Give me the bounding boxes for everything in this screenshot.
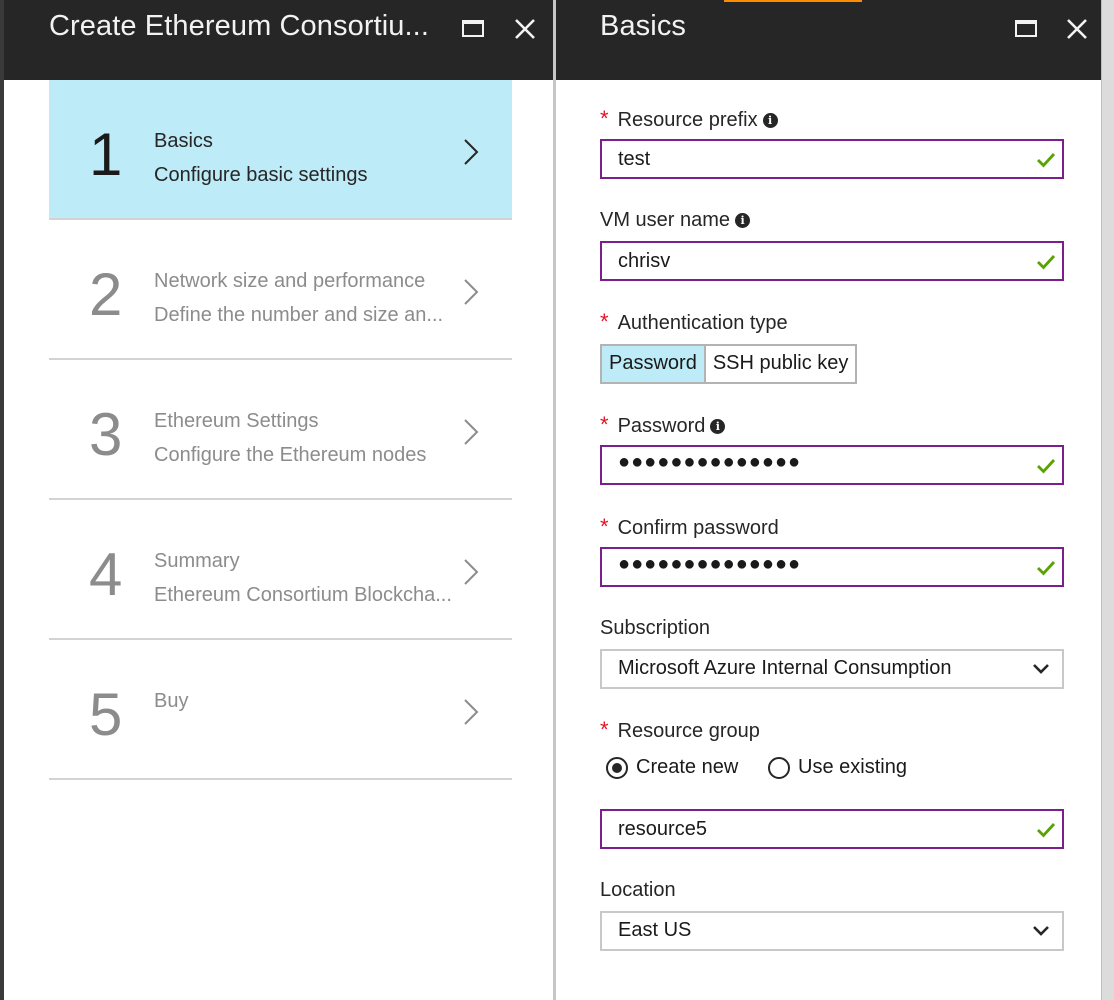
step-buy[interactable]: 5 Buy	[49, 640, 512, 780]
confirm-password-input[interactable]: ●●●●●●●●●●●●●●	[600, 547, 1064, 587]
step-number: 4	[89, 541, 123, 608]
radio-selected-icon	[606, 756, 628, 779]
vm-user-name-label: VM user name i	[600, 209, 751, 232]
required-marker: *	[600, 106, 609, 131]
required-marker: *	[600, 514, 609, 539]
step-ethereum-settings[interactable]: 3 Ethereum Settings Configure the Ethere…	[49, 360, 512, 500]
create-ethereum-blade: Create Ethereum Consortiu... 1 Basics Co…	[4, 0, 553, 1000]
close-icon[interactable]	[1062, 14, 1092, 44]
radio-label: Create new	[636, 756, 739, 778]
step-number: 5	[89, 681, 123, 748]
location-label: Location	[600, 879, 676, 901]
step-title: Network size and performance	[154, 270, 426, 292]
password-option[interactable]: Password	[602, 346, 706, 382]
selected-value: East US	[618, 919, 692, 941]
blade-header: Basics	[556, 0, 1101, 80]
chevron-right-icon	[464, 279, 479, 305]
chevron-right-icon	[464, 559, 479, 585]
selected-value: Microsoft Azure Internal Consumption	[618, 657, 952, 679]
chevron-right-icon	[464, 139, 479, 165]
step-summary[interactable]: 4 Summary Ethereum Consortium Blockcha..…	[49, 500, 512, 640]
radio-unselected-icon	[768, 756, 790, 779]
blade-title: Basics	[600, 10, 687, 42]
authentication-type-toggle: Password SSH public key	[600, 344, 858, 384]
accent-bar	[724, 0, 862, 2]
input-value: chrisv	[618, 250, 671, 272]
vm-user-name-input[interactable]: chrisv	[600, 241, 1064, 281]
checkmark-icon	[1037, 823, 1056, 838]
input-value: test	[618, 148, 651, 170]
basics-blade: Basics * Resource prefix i test VM user na…	[556, 0, 1101, 1000]
password-input[interactable]: ●●●●●●●●●●●●●●	[600, 445, 1064, 485]
location-dropdown[interactable]: East US	[600, 911, 1064, 951]
required-marker: *	[600, 717, 609, 742]
step-title: Ethereum Settings	[154, 410, 319, 432]
step-subtitle: Ethereum Consortium Blockcha...	[154, 584, 452, 606]
step-number: 3	[89, 401, 123, 468]
confirm-password-label: * Confirm password	[600, 514, 779, 539]
chevron-right-icon	[464, 419, 479, 445]
resource-prefix-label: * Resource prefix i	[600, 106, 778, 132]
input-value: resource5	[618, 818, 707, 840]
password-label: * Password i	[600, 412, 726, 438]
step-basics[interactable]: 1 Basics Configure basic settings	[49, 80, 512, 220]
chevron-down-icon	[1033, 926, 1049, 936]
step-subtitle: Configure the Ethereum nodes	[154, 444, 427, 466]
subscription-label: Subscription	[600, 617, 711, 639]
authentication-type-label: * Authentication type	[600, 309, 788, 334]
chevron-right-icon	[464, 699, 479, 725]
checkmark-icon	[1037, 459, 1056, 474]
required-marker: *	[600, 412, 609, 437]
step-title: Basics	[154, 130, 213, 152]
blade-header: Create Ethereum Consortiu...	[4, 0, 553, 80]
step-title: Summary	[154, 550, 240, 572]
step-number: 1	[89, 121, 123, 188]
subscription-dropdown[interactable]: Microsoft Azure Internal Consumption	[600, 649, 1064, 689]
chevron-down-icon	[1033, 664, 1049, 674]
use-existing-radio[interactable]: Use existing	[768, 756, 907, 779]
info-icon[interactable]: i	[762, 113, 778, 128]
step-subtitle: Define the number and size an...	[154, 304, 444, 326]
ssh-public-key-option[interactable]: SSH public key	[705, 346, 856, 382]
maximize-icon[interactable]	[457, 14, 487, 44]
step-subtitle: Configure basic settings	[154, 164, 368, 186]
checkmark-icon	[1037, 153, 1056, 168]
step-network-size[interactable]: 2 Network size and performance Define th…	[49, 220, 512, 360]
scrollbar-track[interactable]	[1101, 0, 1114, 1000]
masked-password: ●●●●●●●●●●●●●●	[618, 451, 802, 473]
step-number: 2	[89, 261, 123, 328]
required-marker: *	[600, 309, 609, 334]
maximize-icon[interactable]	[1010, 14, 1040, 44]
info-icon[interactable]: i	[735, 213, 751, 228]
resource-group-input[interactable]: resource5	[600, 809, 1064, 849]
step-title: Buy	[154, 690, 189, 712]
radio-label: Use existing	[798, 756, 907, 778]
create-new-radio[interactable]: Create new	[606, 756, 738, 779]
resource-group-label: * Resource group	[600, 717, 760, 742]
checkmark-icon	[1037, 255, 1056, 270]
checkmark-icon	[1037, 561, 1056, 576]
close-icon[interactable]	[510, 14, 540, 44]
info-icon[interactable]: i	[710, 419, 726, 434]
blade-title: Create Ethereum Consortiu...	[49, 10, 429, 42]
wizard-steps: 1 Basics Configure basic settings 2 Netw…	[49, 80, 512, 780]
masked-password: ●●●●●●●●●●●●●●	[618, 553, 802, 575]
resource-prefix-input[interactable]: test	[600, 139, 1064, 179]
